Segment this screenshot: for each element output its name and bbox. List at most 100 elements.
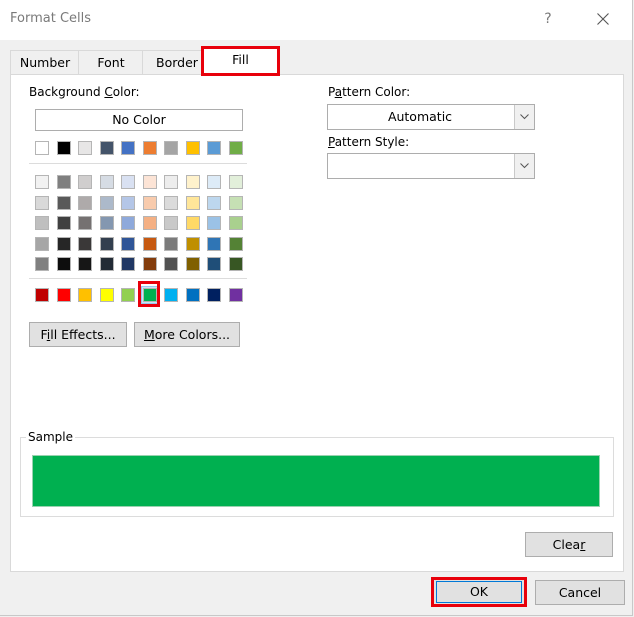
dropdown-arrow[interactable]	[514, 154, 534, 178]
theme-tint-swatch[interactable]	[35, 236, 49, 251]
theme-tint-swatch[interactable]	[164, 175, 178, 189]
sample-label: Sample	[26, 430, 75, 444]
theme-tint-swatch[interactable]	[121, 175, 135, 189]
theme-color-swatch[interactable]	[99, 141, 114, 155]
help-button[interactable]: ?	[537, 8, 559, 30]
ok-button-focus: OK	[436, 581, 522, 603]
tab-fill[interactable]: Fill	[201, 46, 280, 76]
theme-tint-swatch[interactable]	[142, 195, 157, 210]
theme-tint-swatch[interactable]	[207, 216, 221, 230]
fill-effects-button[interactable]: Fill Effects...	[29, 322, 127, 347]
theme-color-swatch[interactable]	[228, 141, 243, 155]
standard-color-swatch[interactable]	[99, 288, 114, 302]
no-color-button[interactable]: No Color	[35, 109, 243, 131]
selected-swatch-annotation	[137, 281, 160, 307]
tab-label: Fill	[232, 52, 249, 67]
theme-color-swatch[interactable]	[78, 141, 92, 155]
theme-tint-swatch[interactable]	[142, 236, 157, 251]
theme-color-swatch[interactable]	[56, 141, 71, 155]
theme-tint-swatch[interactable]	[164, 236, 178, 251]
theme-tint-swatch[interactable]	[121, 216, 135, 230]
theme-color-swatch[interactable]	[207, 141, 221, 155]
theme-tint-swatch[interactable]	[121, 257, 135, 271]
standard-color-swatch[interactable]	[164, 288, 178, 302]
theme-tint-swatch[interactable]	[228, 257, 243, 271]
theme-tint-swatch[interactable]	[207, 257, 221, 271]
chevron-down-icon	[520, 114, 529, 120]
theme-tint-swatch[interactable]	[35, 216, 49, 230]
theme-tint-swatch[interactable]	[78, 257, 92, 271]
theme-tint-swatch[interactable]	[228, 236, 243, 251]
theme-tint-swatch[interactable]	[56, 175, 71, 189]
standard-color-swatch[interactable]	[121, 288, 135, 302]
standard-color-swatch[interactable]	[207, 288, 221, 302]
standard-color-swatch[interactable]	[228, 288, 243, 302]
tab-label: Border	[156, 55, 198, 70]
dialog-title: Format Cells	[10, 11, 92, 26]
theme-tint-swatch[interactable]	[185, 195, 200, 210]
theme-tint-swatch[interactable]	[35, 257, 49, 271]
pattern-style-dropdown[interactable]	[327, 153, 535, 179]
theme-tint-swatch[interactable]	[228, 195, 243, 210]
standard-color-swatch[interactable]	[56, 288, 71, 302]
theme-tint-swatch[interactable]	[56, 257, 71, 271]
pattern-color-value: Automatic	[387, 109, 453, 124]
separator	[29, 163, 247, 164]
theme-tint-swatch[interactable]	[164, 216, 178, 230]
theme-tint-swatch[interactable]	[164, 195, 178, 210]
theme-color-swatch[interactable]	[142, 141, 157, 155]
dropdown-arrow[interactable]	[514, 105, 534, 129]
theme-tint-swatch[interactable]	[99, 195, 114, 210]
theme-tint-swatch[interactable]	[78, 195, 92, 210]
theme-color-swatch[interactable]	[164, 141, 178, 155]
standard-color-swatch[interactable]	[35, 288, 49, 302]
pattern-color-label: Pattern Color:	[328, 85, 411, 99]
sample-preview	[32, 455, 600, 507]
theme-tint-swatch[interactable]	[142, 257, 157, 271]
theme-tint-swatch[interactable]	[78, 236, 92, 251]
more-colors-button[interactable]: More Colors...	[134, 322, 240, 347]
theme-tint-swatch[interactable]	[121, 236, 135, 251]
theme-tint-swatch[interactable]	[142, 175, 157, 189]
theme-color-swatch[interactable]	[35, 141, 49, 155]
title-bar: Format Cells ?	[0, 0, 632, 40]
theme-color-swatch[interactable]	[121, 141, 135, 155]
pattern-color-dropdown[interactable]: Automatic	[327, 104, 535, 130]
standard-color-swatch[interactable]	[78, 288, 92, 302]
close-button[interactable]	[592, 8, 614, 30]
chevron-down-icon	[520, 163, 529, 169]
theme-tint-swatch[interactable]	[185, 216, 200, 230]
theme-tint-swatch[interactable]	[185, 257, 200, 271]
theme-color-swatch[interactable]	[185, 141, 200, 155]
cancel-button[interactable]: Cancel	[535, 580, 625, 605]
ok-button[interactable]: OK	[431, 577, 527, 607]
tab-number[interactable]: Number	[10, 50, 80, 75]
theme-tint-swatch[interactable]	[35, 175, 49, 189]
standard-color-swatch[interactable]	[185, 288, 200, 302]
pattern-style-value	[328, 154, 512, 178]
theme-tint-swatch[interactable]	[78, 175, 92, 189]
theme-tint-swatch[interactable]	[228, 175, 243, 189]
theme-tint-swatch[interactable]	[185, 236, 200, 251]
theme-tint-swatch[interactable]	[99, 175, 114, 189]
theme-tint-swatch[interactable]	[164, 257, 178, 271]
theme-tint-swatch[interactable]	[207, 236, 221, 251]
theme-tint-swatch[interactable]	[56, 195, 71, 210]
theme-tint-swatch[interactable]	[185, 175, 200, 189]
theme-tint-swatch[interactable]	[142, 216, 157, 230]
theme-tint-swatch[interactable]	[99, 236, 114, 251]
theme-tint-swatch[interactable]	[35, 195, 49, 210]
theme-tint-swatch[interactable]	[207, 195, 221, 210]
theme-tint-swatch[interactable]	[121, 195, 135, 210]
tab-font[interactable]: Font	[78, 50, 144, 75]
background-color-label: Background Color:	[29, 85, 140, 99]
theme-tint-swatch[interactable]	[56, 216, 71, 230]
tab-label: Number	[19, 55, 71, 70]
theme-tint-swatch[interactable]	[99, 216, 114, 230]
theme-tint-swatch[interactable]	[228, 216, 243, 230]
theme-tint-swatch[interactable]	[99, 257, 114, 271]
theme-tint-swatch[interactable]	[56, 236, 71, 251]
theme-tint-swatch[interactable]	[78, 216, 92, 230]
theme-tint-swatch[interactable]	[207, 175, 221, 189]
clear-button[interactable]: Clear	[525, 532, 613, 557]
